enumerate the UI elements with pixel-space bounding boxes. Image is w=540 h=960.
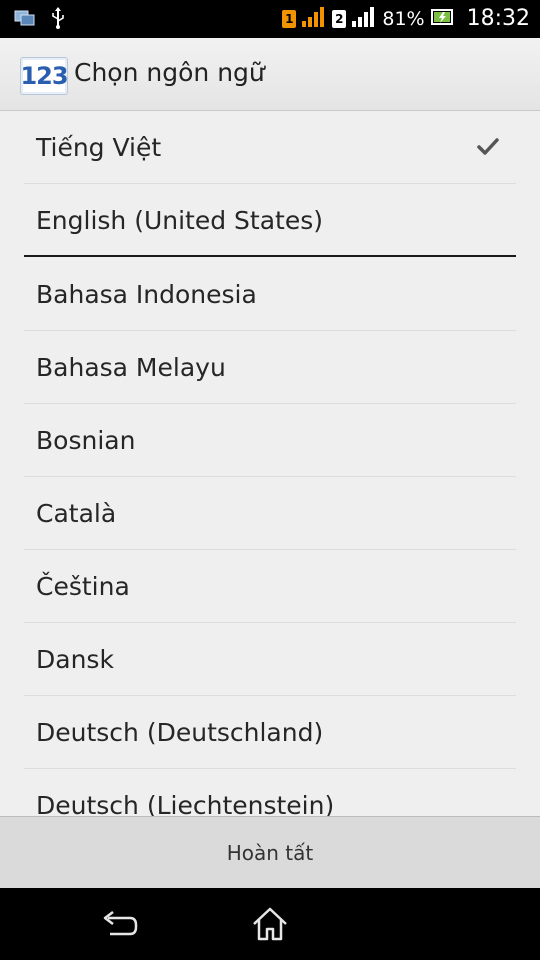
- checkmark-icon: [474, 133, 502, 161]
- language-label: Bahasa Indonesia: [36, 279, 257, 309]
- language-item-vietnamese[interactable]: Tiếng Việt: [24, 111, 516, 184]
- language-list[interactable]: Tiếng Việt English (United States) Bahas…: [0, 111, 540, 816]
- language-item[interactable]: Deutsch (Liechtenstein): [24, 769, 516, 817]
- done-button[interactable]: Hoàn tất: [0, 816, 540, 889]
- language-label: Čeština: [36, 571, 130, 601]
- home-icon[interactable]: [250, 906, 290, 942]
- navigation-bar: [0, 888, 540, 960]
- sim2-badge: 2: [332, 9, 347, 28]
- language-label: Català: [36, 498, 117, 528]
- clock: 18:32: [466, 6, 530, 31]
- language-label: Dansk: [36, 644, 114, 674]
- language-item[interactable]: Bosnian: [24, 404, 516, 477]
- battery-charging-icon: [430, 8, 455, 30]
- language-item[interactable]: Čeština: [24, 550, 516, 623]
- signal-sim2-icon: [352, 6, 376, 31]
- battery-percent: 81%: [382, 7, 425, 30]
- done-button-label: Hoàn tất: [226, 841, 314, 865]
- sim1-badge: 1: [282, 9, 297, 28]
- language-label: Deutsch (Deutschland): [36, 717, 324, 747]
- language-item[interactable]: Bahasa Melayu: [24, 331, 516, 404]
- language-label: Deutsch (Liechtenstein): [36, 790, 335, 817]
- language-item[interactable]: Deutsch (Deutschland): [24, 696, 516, 769]
- back-icon[interactable]: [100, 908, 140, 940]
- language-label: Bosnian: [36, 425, 136, 455]
- language-item-english-us[interactable]: English (United States): [24, 184, 516, 256]
- language-item[interactable]: Català: [24, 477, 516, 550]
- language-item[interactable]: Bahasa Indonesia: [24, 258, 516, 331]
- keyboard-app-icon: 123: [20, 57, 69, 95]
- screen-mirroring-icon: [14, 8, 36, 32]
- page-title: Chọn ngôn ngữ: [74, 58, 265, 87]
- status-bar: 1 2 81% 18:32: [0, 0, 540, 38]
- language-label: English (United States): [36, 205, 324, 235]
- language-item[interactable]: Dansk: [24, 623, 516, 696]
- usb-icon: [50, 7, 66, 33]
- signal-sim1-icon: [302, 6, 326, 31]
- section-divider: [24, 255, 516, 257]
- language-label: Tiếng Việt: [36, 132, 162, 162]
- title-bar: 123 Chọn ngôn ngữ: [0, 38, 540, 111]
- language-label: Bahasa Melayu: [36, 352, 226, 382]
